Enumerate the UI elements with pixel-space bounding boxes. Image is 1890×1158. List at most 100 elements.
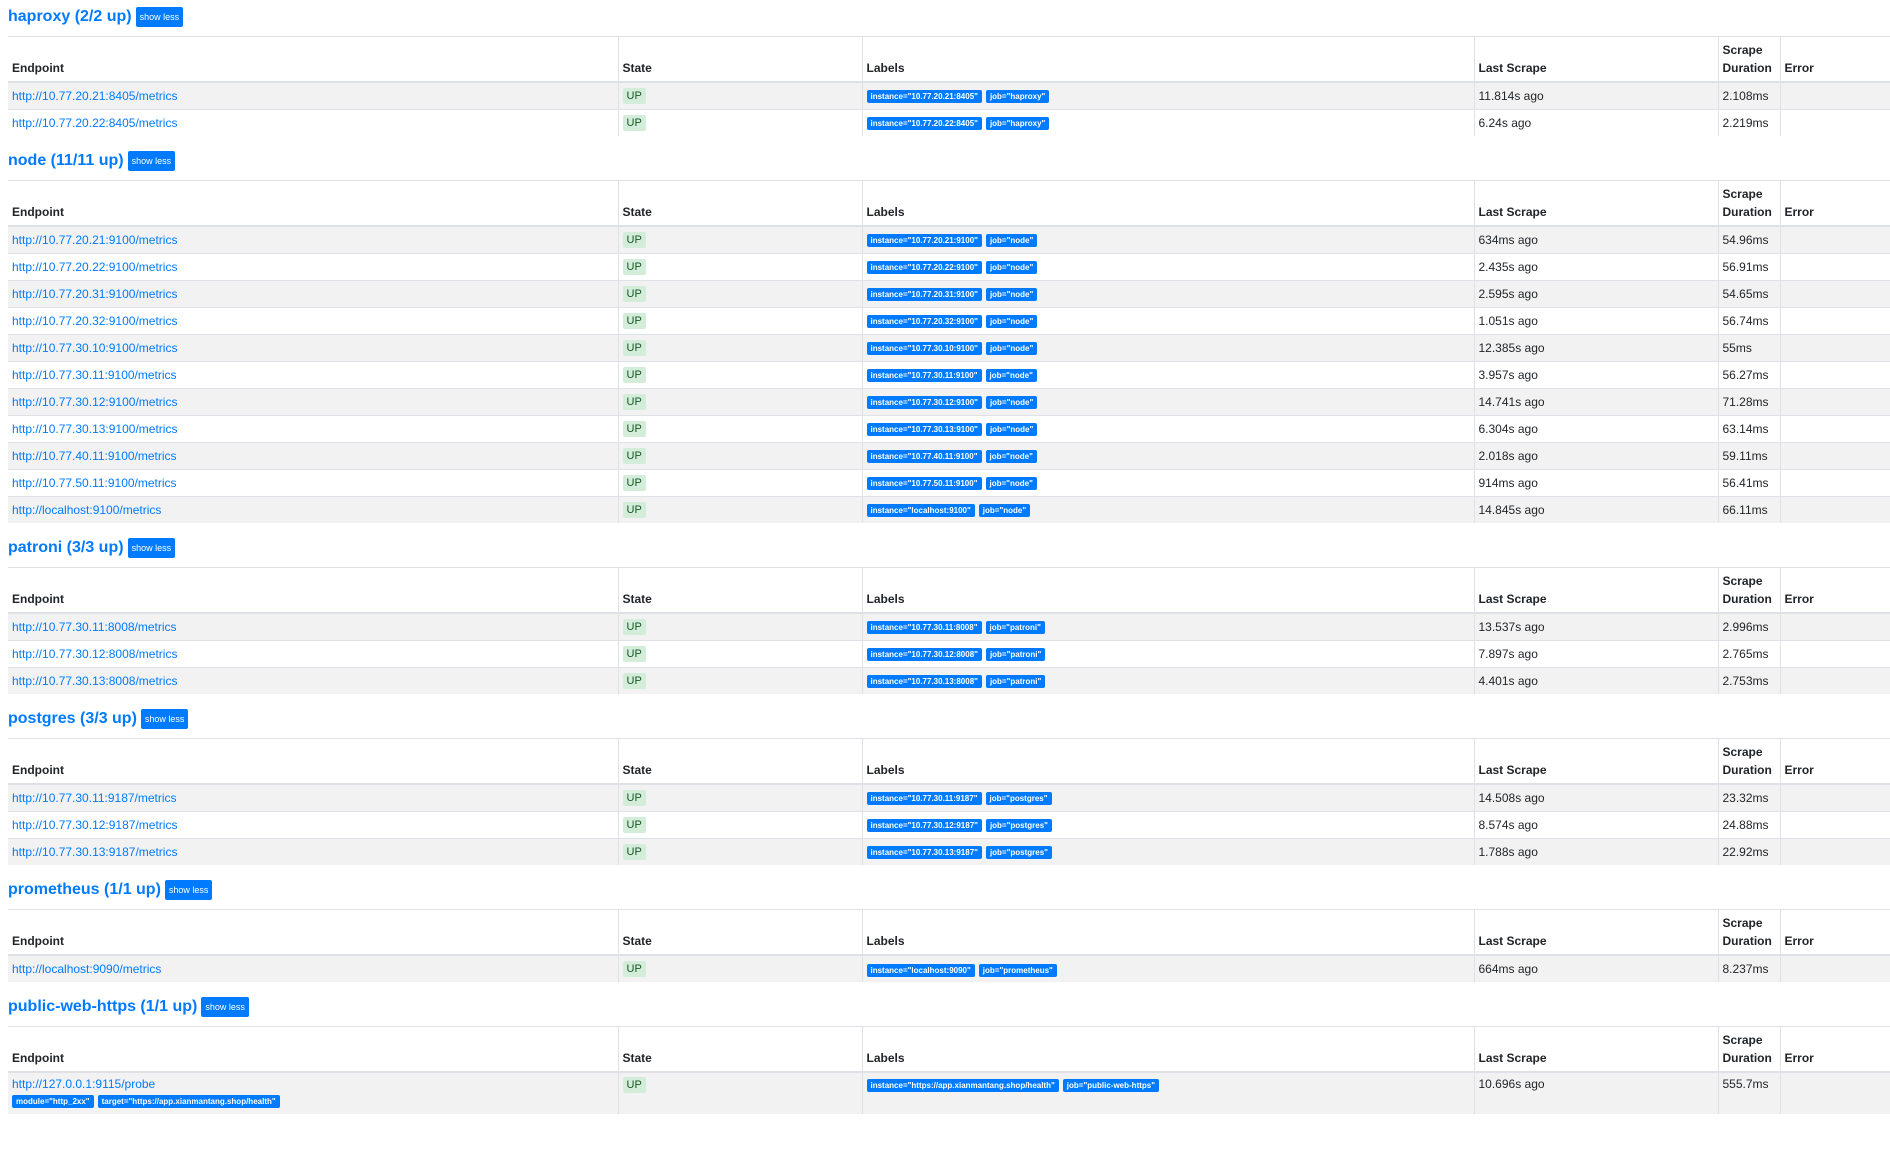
label-badge: job="haproxy"	[985, 117, 1050, 131]
error-cell	[1779, 495, 1890, 523]
show-less-button[interactable]: show less	[201, 997, 249, 1017]
endpoint-link[interactable]: http://10.77.30.13:9100/metrics	[12, 422, 177, 436]
state-badge: UP	[622, 618, 646, 635]
header-error: Error	[1779, 567, 1890, 614]
job-section: prometheus (1/1 up) show less Endpoint Stat…	[8, 877, 1890, 982]
state-cell: UP	[617, 81, 862, 109]
header-state: State	[617, 909, 862, 956]
endpoint-link[interactable]: http://10.77.30.13:9187/metrics	[12, 845, 177, 859]
endpoint-link[interactable]: http://10.77.30.11:9100/metrics	[12, 368, 177, 382]
table-row: http://10.77.30.11:9187/metrics UP instanc…	[8, 783, 1890, 811]
show-less-button[interactable]: show less	[127, 151, 176, 171]
scrape-duration-cell: 2.219ms	[1717, 108, 1780, 136]
labels-cell: instance="10.77.20.22:8405" job="haproxy"	[861, 108, 1474, 136]
table-row: http://127.0.0.1:9115/probe module="http_…	[8, 1071, 1890, 1114]
last-scrape-cell: 914ms ago	[1473, 468, 1718, 496]
endpoint-link[interactable]: http://10.77.20.21:9100/metrics	[12, 233, 177, 247]
job-title-link[interactable]: patroni (3/3 up)	[8, 539, 124, 557]
job-section: public-web-https (1/1 up) show less Endpoi…	[8, 994, 1890, 1114]
label-badge: job="node"	[985, 369, 1037, 382]
header-state: State	[617, 738, 862, 785]
endpoint-link[interactable]: http://10.77.20.21:8405/metrics	[12, 89, 177, 103]
endpoint-link[interactable]: http://10.77.30.13:8008/metrics	[12, 674, 177, 688]
endpoint-link[interactable]: http://10.77.40.11:9100/metrics	[12, 449, 177, 463]
label-badge: job="prometheus"	[978, 963, 1057, 977]
job-title-link[interactable]: haproxy (2/2 up)	[8, 8, 132, 26]
endpoint-link[interactable]: http://localhost:9100/metrics	[12, 503, 161, 517]
endpoint-link[interactable]: http://10.77.30.12:9100/metrics	[12, 395, 177, 409]
endpoint-cell: http://10.77.20.22:9100/metrics	[8, 252, 618, 280]
labels-cell: instance="10.77.30.10:9100" job="node"	[861, 333, 1474, 361]
endpoint-link[interactable]: http://10.77.30.12:8008/metrics	[12, 647, 177, 661]
job-section: patroni (3/3 up) show less Endpoint State La…	[8, 535, 1890, 694]
state-badge: UP	[622, 501, 646, 518]
label-badge: instance="10.77.30.11:8008"	[866, 621, 982, 635]
scrape-duration-cell: 23.32ms	[1717, 783, 1780, 811]
header-state: State	[617, 36, 862, 83]
labels-cell: instance="10.77.20.21:8405" job="haproxy"	[861, 81, 1474, 109]
labels-cell: instance="10.77.40.11:9100" job="node"	[861, 441, 1474, 469]
label-badge: instance="10.77.30.12:9100"	[866, 396, 982, 409]
state-cell: UP	[617, 666, 862, 694]
endpoint-link[interactable]: http://10.77.30.11:9187/metrics	[12, 791, 177, 805]
endpoint-link[interactable]: http://10.77.20.22:9100/metrics	[12, 260, 177, 274]
label-badge: job="node"	[985, 234, 1038, 248]
label-badge: instance="10.77.20.32:9100"	[866, 315, 982, 328]
endpoint-link[interactable]: http://10.77.20.22:8405/metrics	[12, 116, 177, 130]
show-less-button[interactable]: show less	[127, 538, 176, 558]
endpoint-cell: http://10.77.30.12:9100/metrics	[8, 387, 618, 415]
label-badge: instance="https://app.xianmantang.shop/h…	[866, 1079, 1059, 1092]
show-less-button[interactable]: show less	[140, 709, 189, 729]
label-badge: instance="10.77.30.13:9100"	[866, 423, 982, 436]
state-badge: UP	[622, 231, 646, 248]
endpoint-link[interactable]: http://10.77.30.10:9100/metrics	[12, 341, 177, 355]
table-header-row: Endpoint State Labels Last Scrape Scrape Dur…	[8, 738, 1890, 785]
table-header-row: Endpoint State Labels Last Scrape Scrape Dur…	[8, 36, 1890, 83]
header-last-scrape: Last Scrape	[1473, 738, 1718, 785]
table-row: http://10.77.30.10:9100/metrics UP instanc…	[8, 333, 1890, 361]
table-row: http://10.77.30.13:9187/metrics UP instanc…	[8, 837, 1890, 865]
job-title-link[interactable]: public-web-https (1/1 up)	[8, 998, 197, 1016]
endpoint-cell: http://localhost:9100/metrics	[8, 495, 618, 523]
label-badge: instance="10.77.50.11:9100"	[866, 477, 982, 490]
scrape-duration-cell: 71.28ms	[1717, 387, 1780, 415]
error-cell	[1779, 954, 1890, 982]
show-less-button[interactable]: show less	[164, 880, 213, 900]
job-title-link[interactable]: node (11/11 up)	[8, 152, 124, 170]
endpoint-cell: http://10.77.20.32:9100/metrics	[8, 306, 618, 334]
scrape-duration-cell: 54.65ms	[1717, 279, 1780, 307]
label-badge: instance="10.77.40.11:9100"	[866, 450, 982, 463]
label-badge: job="haproxy"	[985, 90, 1050, 104]
scrape-duration-cell: 2.108ms	[1717, 81, 1780, 109]
label-badge: job="node"	[985, 315, 1038, 328]
labels-cell: instance="10.77.50.11:9100" job="node"	[861, 468, 1474, 496]
error-cell	[1779, 639, 1890, 667]
label-badge: instance="10.77.20.31:9100"	[866, 288, 982, 301]
scrape-duration-cell: 2.753ms	[1717, 666, 1780, 694]
header-labels: Labels	[861, 738, 1474, 785]
endpoint-link[interactable]: http://10.77.50.11:9100/metrics	[12, 476, 177, 490]
error-cell	[1779, 360, 1890, 388]
header-error: Error	[1779, 909, 1890, 956]
error-cell	[1779, 225, 1890, 253]
endpoint-link[interactable]: http://10.77.20.31:9100/metrics	[12, 287, 177, 301]
targets-table: Endpoint State Labels Last Scrape Scrape Dur…	[8, 1026, 1890, 1114]
job-title-link[interactable]: postgres (3/3 up)	[8, 710, 137, 728]
endpoint-link[interactable]: http://127.0.0.1:9115/probe	[12, 1077, 155, 1091]
state-badge: UP	[622, 672, 646, 689]
job-header: postgres (3/3 up) show less	[8, 706, 1890, 732]
header-labels: Labels	[861, 909, 1474, 956]
table-row: http://10.77.20.22:8405/metrics UP instanc…	[8, 108, 1890, 136]
table-row: http://10.77.20.31:9100/metrics UP instanc…	[8, 279, 1890, 307]
scrape-duration-cell: 8.237ms	[1717, 954, 1780, 982]
error-cell	[1779, 783, 1890, 811]
job-title-link[interactable]: prometheus (1/1 up)	[8, 881, 161, 899]
show-less-button[interactable]: show less	[135, 7, 184, 27]
header-last-scrape: Last Scrape	[1473, 36, 1718, 83]
endpoint-link[interactable]: http://10.77.20.32:9100/metrics	[12, 314, 177, 328]
endpoint-link[interactable]: http://localhost:9090/metrics	[12, 962, 161, 976]
endpoint-link[interactable]: http://10.77.30.11:8008/metrics	[12, 620, 177, 634]
table-row: http://10.77.30.11:8008/metrics UP instanc…	[8, 612, 1890, 640]
error-cell	[1779, 252, 1890, 280]
endpoint-link[interactable]: http://10.77.30.12:9187/metrics	[12, 818, 177, 832]
